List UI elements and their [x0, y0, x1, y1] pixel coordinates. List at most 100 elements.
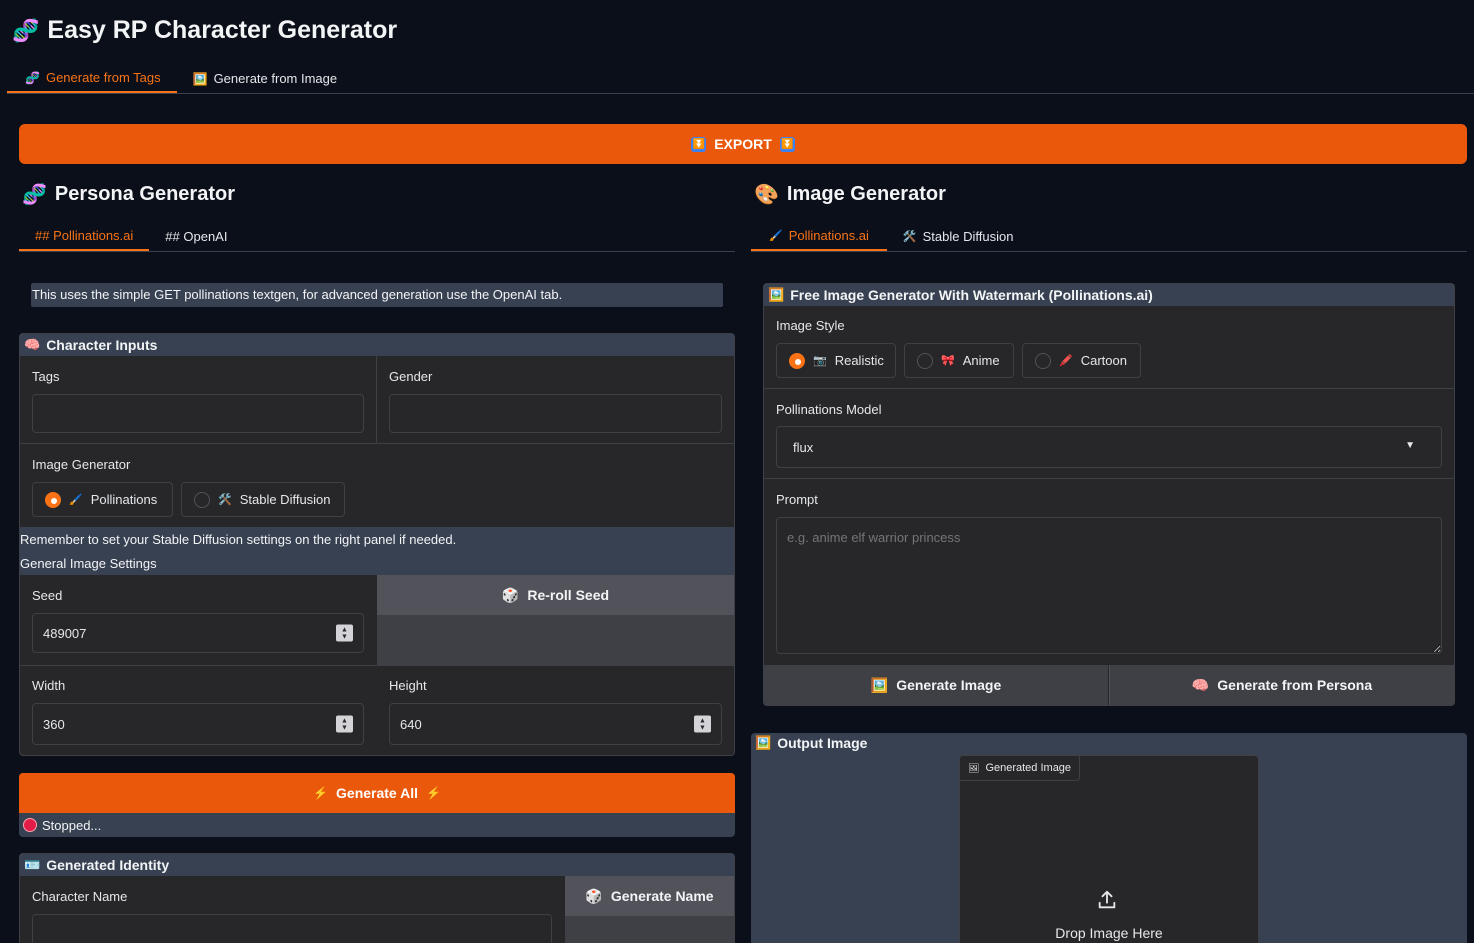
gender-input[interactable] [389, 394, 722, 433]
drop-image-text: Drop Image Here [1055, 925, 1163, 941]
status-bar: Stopped... [19, 813, 735, 837]
radio-stable-diffusion[interactable]: 🛠️ Stable Diffusion [181, 482, 345, 517]
tools-icon: 🛠️ [218, 494, 232, 506]
generate-image-label: Generate Image [896, 677, 1002, 693]
brain-icon: 🧠 [24, 337, 41, 352]
divider [20, 665, 734, 666]
tags-input[interactable] [32, 394, 364, 433]
image-generator-title: Image Generator [786, 183, 946, 205]
app-title-text: Easy RP Character Generator [47, 16, 398, 44]
spacer-block [565, 916, 734, 943]
dice-icon: 🎲 [501, 586, 520, 603]
tab-label: Generate from Tags [45, 70, 161, 85]
model-value: flux [793, 439, 814, 455]
tab-stable-diffusion[interactable]: 🛠️ Stable Diffusion [887, 222, 1030, 251]
dna-icon: 🧬 [12, 17, 40, 43]
lightning-icon: ⚡ [425, 786, 441, 800]
radio-indicator [194, 491, 210, 508]
character-inputs-header: 🧠 Character Inputs [20, 334, 734, 356]
generate-all-label: Generate All [336, 785, 418, 801]
generated-image-label-box: 🖼 Generated Image [959, 755, 1081, 781]
generate-from-persona-button[interactable]: 🧠 Generate from Persona [1109, 665, 1454, 705]
reminder-text: Remember to set your Stable Diffusion se… [20, 532, 457, 547]
width-label: Width [32, 678, 66, 693]
camera-icon: 📷 [813, 355, 827, 367]
ribbon-icon: 🎀 [941, 355, 955, 367]
persona-title: Persona Generator [54, 183, 235, 205]
id-card-icon: 🪪 [24, 857, 41, 872]
radio-indicator [1035, 352, 1051, 369]
character-name-label: Character Name [32, 889, 128, 904]
radio-indicator [45, 491, 61, 508]
stepper-icon[interactable]: ▲ ▼ [336, 715, 353, 733]
dice-icon: 🎲 [585, 887, 603, 904]
tab-openai[interactable]: ## OpenAI [149, 222, 243, 251]
prompt-label: Prompt [776, 492, 818, 507]
character-name-input[interactable] [32, 914, 552, 943]
tab-label: ## OpenAI [165, 229, 228, 244]
model-select[interactable]: flux ▼ [776, 426, 1442, 468]
prompt-textarea[interactable] [776, 517, 1442, 654]
app-title: 🧬 Easy RP Character Generator [12, 16, 397, 45]
spacer-block [377, 615, 734, 665]
image-generator-heading: 🎨 Image Generator [754, 182, 946, 207]
status-text: Stopped... [42, 817, 102, 833]
tab-label: ## Pollinations.ai [35, 228, 134, 243]
palette-icon: 🎨 [754, 184, 779, 206]
export-button[interactable]: ⏬ EXPORT ⏬ [19, 124, 1467, 164]
tab-pollinations-ai[interactable]: 🖌️ Pollinations.ai [751, 222, 887, 251]
height-label: Height [389, 678, 427, 693]
divider [376, 356, 377, 444]
picture-icon: 🖼️ [755, 735, 772, 750]
generate-persona-label: Generate from Persona [1217, 677, 1373, 693]
radio-label: Pollinations [90, 492, 158, 507]
double-down-icon: ⏬ [691, 136, 707, 152]
radio-label: Stable Diffusion [239, 492, 331, 507]
image-style-label: Image Style [776, 318, 845, 333]
stepper-icon[interactable]: ▲ ▼ [694, 715, 711, 733]
picture-icon: 🖼️ [870, 676, 889, 693]
image-dropzone[interactable] [959, 755, 1259, 943]
tab-generate-from-tags[interactable]: 🧬 Generate from Tags [7, 64, 177, 93]
free-image-generator-header: 🖼️ Free Image Generator With Watermark (… [764, 284, 1454, 306]
generated-image-label: Generated Image [985, 762, 1072, 774]
divider [764, 478, 1454, 479]
chevron-down-icon: ▼ [1405, 440, 1415, 451]
radio-indicator [917, 352, 933, 369]
radio-cartoon[interactable]: 🖍️ Cartoon [1022, 343, 1141, 378]
radio-realistic[interactable]: 📷 Realistic [776, 343, 896, 378]
stepper-icon[interactable]: ▲ ▼ [336, 624, 353, 642]
image-icon: 🖼 [968, 762, 980, 773]
main-tabbar: 🧬 Generate from Tags 🖼️ Generate from Im… [7, 64, 1474, 94]
generate-all-button[interactable]: ⚡ Generate All ⚡ [19, 773, 735, 813]
generate-name-label: Generate Name [610, 888, 714, 904]
tab-pollinations-ai[interactable]: ## Pollinations.ai [19, 222, 150, 251]
generated-identity-header: 🪪 Generated Identity [20, 854, 734, 876]
export-label: EXPORT [714, 136, 772, 152]
tab-label: Stable Diffusion [922, 229, 1014, 244]
generated-identity-title: Generated Identity [46, 857, 170, 873]
width-input[interactable]: 360 ▲ ▼ [32, 703, 364, 745]
tab-label: Pollinations.ai [788, 228, 869, 243]
tab-label: Generate from Image [213, 71, 338, 86]
model-label: Pollinations Model [776, 402, 882, 417]
width-value: 360 [43, 716, 65, 732]
seed-input[interactable]: 489007 ▲ ▼ [32, 613, 364, 653]
picture-icon: 🖼️ [192, 71, 208, 86]
height-value: 640 [400, 716, 422, 732]
generate-name-button[interactable]: 🎲 Generate Name [565, 876, 734, 916]
divider [764, 388, 1454, 389]
seed-value: 489007 [43, 625, 87, 641]
brush-icon: 🖌️ [69, 494, 83, 506]
radio-anime[interactable]: 🎀 Anime [904, 343, 1014, 378]
reroll-seed-button[interactable]: 🎲 Re-roll Seed [377, 575, 734, 615]
output-image-title: Output Image [777, 735, 868, 751]
gender-label: Gender [389, 369, 433, 384]
generate-image-button[interactable]: 🖼️ Generate Image [764, 665, 1108, 705]
tab-generate-from-image[interactable]: 🖼️ Generate from Image [177, 64, 354, 93]
pencil-icon: 🖍️ [1059, 355, 1073, 367]
height-input[interactable]: 640 ▲ ▼ [389, 703, 722, 745]
lightning-icon: ⚡ [313, 786, 329, 800]
radio-pollinations[interactable]: 🖌️ Pollinations [32, 482, 173, 517]
seed-label: Seed [32, 588, 63, 603]
